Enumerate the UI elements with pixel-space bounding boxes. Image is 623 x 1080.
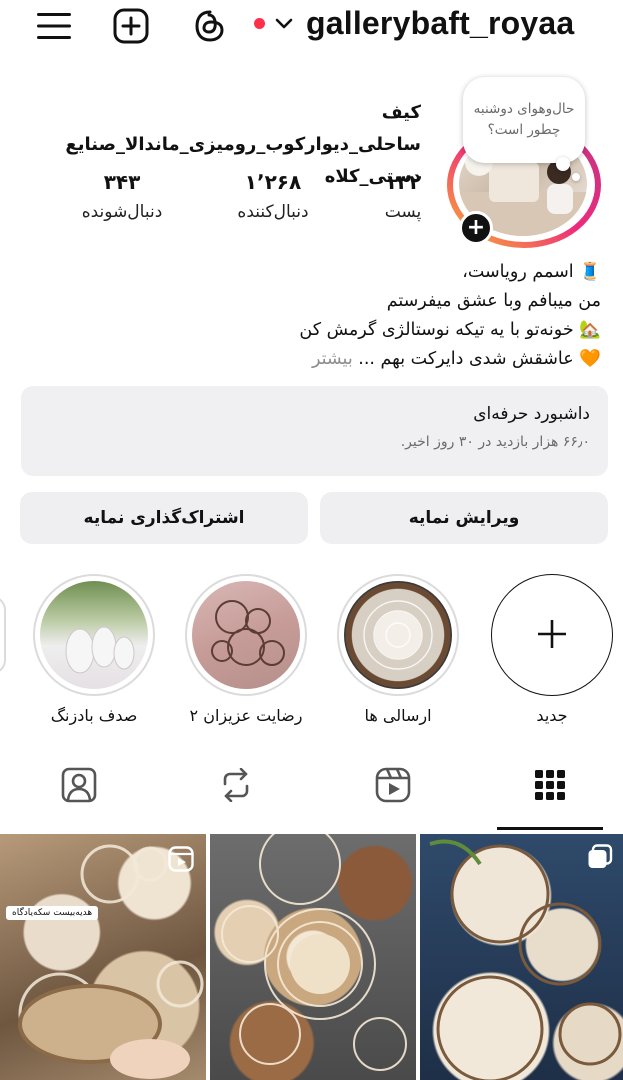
- highlight-label: رضایت عزیزان ۲: [189, 706, 303, 725]
- bio-line: من میبافم وبا عشق میفرستم: [386, 291, 601, 311]
- bio-line: 🧵 اسمم رویاست،: [462, 262, 601, 282]
- highlight-circle: [185, 574, 307, 696]
- highlight-cover: [40, 581, 148, 689]
- highlight-label: ارسالی ها: [364, 706, 432, 725]
- highlight-circle: [337, 574, 459, 696]
- profile-bio: 🧵 اسمم رویاست، من میبافم وبا عشق میفرستم…: [41, 258, 601, 374]
- dashboard-subtitle: ۶۶٫۰ هزار بازدید در ۳۰ روز اخیر.: [400, 434, 590, 450]
- posts-label: پست: [384, 202, 422, 222]
- bio-more-link[interactable]: بیشتر: [312, 349, 353, 369]
- post-thumbnail[interactable]: هدیه‌بیست سکه‌یادگاه: [0, 834, 206, 1080]
- reel-icon: [168, 846, 194, 872]
- tagged-tab-icon[interactable]: [59, 765, 99, 805]
- profile-note[interactable]: حال‌و‌هوای دوشنبه چطور است؟: [463, 77, 585, 163]
- bio-line: 🏡 خونه‌تو با یه تیکه نوستالژی گرمش کن: [299, 320, 601, 340]
- highlight-item[interactable]: رضایت عزیزان ۲: [184, 574, 308, 725]
- following-count: ۳۴۳: [103, 170, 141, 194]
- highlight-label: صدف بادزنگ: [50, 706, 138, 725]
- highlight-cover: [192, 581, 300, 689]
- stat-following[interactable]: ۳۴۳ دنبال‌شونده: [62, 170, 182, 222]
- post-thumbnail[interactable]: [210, 834, 416, 1080]
- stat-followers[interactable]: ۱٬۲۶۸ دنبال‌کننده: [220, 170, 326, 222]
- post-thumbnail[interactable]: [420, 834, 623, 1080]
- profile-username[interactable]: gallerybaft_royaa: [306, 5, 574, 42]
- highlight-item[interactable]: صدف بادزنگ: [32, 574, 156, 725]
- note-bubble-tail: [572, 173, 580, 181]
- highlight-item[interactable]: ارسالی ها: [336, 574, 460, 725]
- edit-profile-button[interactable]: ویرایش نمایه: [320, 492, 608, 544]
- plus-icon: [535, 611, 569, 659]
- threads-icon[interactable]: [190, 6, 230, 46]
- posts-count: ۱۳۲: [384, 170, 422, 194]
- bio-line: 🧡 عاشقش شدی دایرکت بهم ... بیشتر: [41, 345, 601, 374]
- carousel-icon: [587, 844, 613, 870]
- following-label: دنبال‌شونده: [81, 202, 163, 222]
- highlight-label: جدید: [536, 706, 568, 725]
- profile-tabs: [0, 755, 623, 831]
- highlight-partial[interactable]: [0, 596, 6, 674]
- followers-label: دنبال‌کننده: [237, 202, 309, 222]
- menu-icon[interactable]: [34, 6, 74, 46]
- highlight-circle: [33, 574, 155, 696]
- add-story-icon[interactable]: +: [459, 211, 493, 245]
- followers-count: ۱٬۲۶۸: [244, 170, 302, 194]
- chevron-down-icon[interactable]: [272, 12, 296, 36]
- post-caption-overlay: هدیه‌بیست سکه‌یادگاه: [6, 906, 99, 920]
- active-tab-indicator: [497, 827, 603, 830]
- highlight-cover: [344, 581, 452, 689]
- create-icon[interactable]: [111, 6, 151, 46]
- bio-line-text: 🧡 عاشقش شدی دایرکت بهم ...: [358, 349, 601, 369]
- reposts-tab-icon[interactable]: [216, 765, 256, 805]
- professional-dashboard[interactable]: داشبورد حرفه‌ای ۶۶٫۰ هزار بازدید در ۳۰ ر…: [21, 386, 608, 476]
- note-bubble-tail: [556, 157, 570, 171]
- highlight-new[interactable]: جدید: [490, 574, 614, 725]
- notification-dot: [254, 18, 265, 29]
- dashboard-title: داشبورد حرفه‌ای: [473, 404, 590, 424]
- top-bar: gallerybaft_royaa: [0, 0, 623, 54]
- share-profile-button[interactable]: اشتراک‌گذاری نمایه: [20, 492, 308, 544]
- stat-posts[interactable]: ۱۳۲ پست: [370, 170, 436, 222]
- highlight-new-circle: [491, 574, 613, 696]
- grid-tab-icon[interactable]: [530, 765, 570, 805]
- reels-tab-icon[interactable]: [373, 765, 413, 805]
